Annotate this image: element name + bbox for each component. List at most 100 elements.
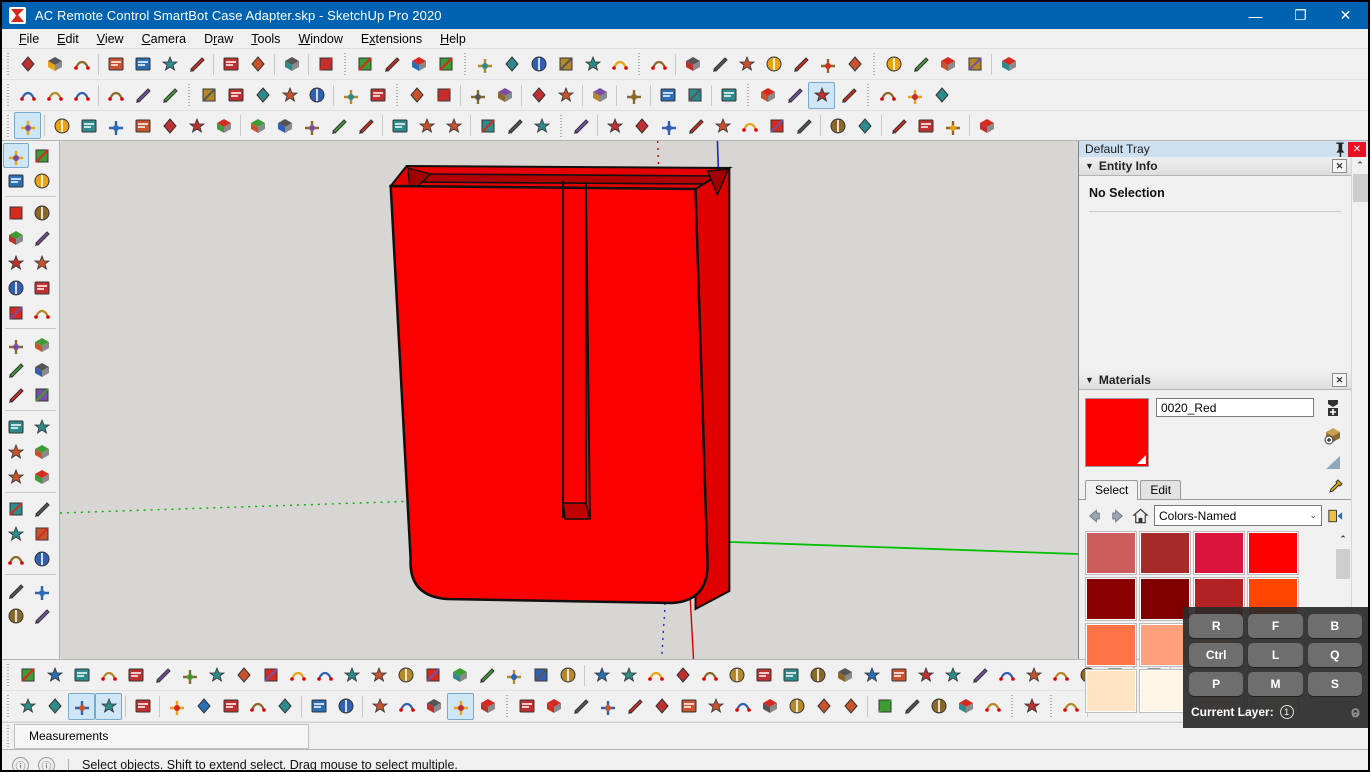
polygon-icon[interactable] [29, 250, 55, 275]
materials-header[interactable]: ▼ Materials ✕ [1079, 371, 1351, 390]
toolbar-grip[interactable] [5, 115, 12, 137]
toolbar-grip[interactable] [504, 695, 511, 717]
stack-blue-icon[interactable] [244, 693, 271, 720]
zoom-window-icon[interactable] [29, 521, 55, 546]
pin-icon[interactable] [1332, 141, 1348, 157]
dots-red-icon[interactable] [365, 662, 392, 689]
curve-refresh-pink-icon[interactable] [276, 82, 303, 109]
house-roof-icon[interactable] [552, 51, 579, 78]
paint-model-icon[interactable] [1323, 425, 1343, 445]
vector-line3-icon[interactable] [939, 112, 966, 139]
toolbar-grip[interactable] [462, 53, 469, 75]
save-icon[interactable] [68, 51, 95, 78]
table-red-icon[interactable] [230, 662, 257, 689]
joint-green-icon[interactable] [419, 662, 446, 689]
component-options-icon[interactable] [432, 51, 459, 78]
arrow-right-icon[interactable] [1108, 506, 1127, 525]
close-button[interactable]: ✕ [1323, 2, 1368, 29]
scatter-red-icon[interactable] [1047, 662, 1074, 689]
material-swatch[interactable] [1085, 669, 1137, 713]
sheet-green-icon[interactable] [777, 662, 804, 689]
arc-purple-icon[interactable] [729, 693, 756, 720]
toolbar-grip[interactable] [5, 664, 12, 686]
pan-icon[interactable] [29, 496, 55, 521]
tab-select[interactable]: Select [1085, 480, 1138, 500]
scroll-thumb[interactable] [1336, 549, 1350, 579]
key-r[interactable]: R [1189, 614, 1243, 638]
vector-line2-icon[interactable] [912, 112, 939, 139]
copy-icon[interactable] [129, 51, 156, 78]
menu-item-tools[interactable]: Tools [242, 30, 289, 48]
pushpull-icon[interactable] [29, 332, 55, 357]
copy-rotate-icon[interactable] [804, 662, 831, 689]
cube-white-icon[interactable] [393, 693, 420, 720]
menu-item-camera[interactable]: Camera [133, 30, 195, 48]
leaf-red-icon[interactable] [979, 693, 1006, 720]
material-swatch[interactable] [1085, 623, 1137, 667]
pencil-dropdown-icon[interactable] [102, 112, 129, 139]
toolbar-grip[interactable] [5, 725, 12, 747]
toolbar-grip[interactable] [871, 53, 878, 75]
offset-icon[interactable] [29, 382, 55, 407]
diamond-red-icon[interactable] [122, 662, 149, 689]
extrude-wood-icon[interactable] [645, 51, 672, 78]
tape-measure-icon[interactable] [3, 414, 29, 439]
case-adapter-model[interactable] [391, 166, 730, 609]
menu-item-view[interactable]: View [88, 30, 133, 48]
stack-blue2-icon[interactable] [271, 693, 298, 720]
guide-color-icon[interactable] [835, 82, 862, 109]
hook-blue2-icon[interactable] [783, 693, 810, 720]
arc-grey-icon[interactable] [810, 693, 837, 720]
details-icon[interactable] [1326, 506, 1345, 525]
toolbar-grip[interactable] [5, 695, 12, 717]
vector-line-red-icon[interactable] [885, 112, 912, 139]
followme-icon[interactable] [29, 357, 55, 382]
curve-grey-icon[interactable] [567, 693, 594, 720]
rotate-red-icon[interactable] [681, 82, 708, 109]
stone-icon[interactable] [874, 82, 901, 109]
toolbar-grip[interactable] [745, 84, 752, 106]
arrow-left-icon[interactable] [1085, 506, 1104, 525]
open-folder-icon[interactable] [41, 51, 68, 78]
rotate-icon[interactable] [325, 112, 352, 139]
measure-diagonal-icon[interactable] [586, 82, 613, 109]
frame-icon[interactable] [939, 662, 966, 689]
minimize-button[interactable]: — [1233, 2, 1278, 29]
curve-green-arrow-icon[interactable] [303, 82, 330, 109]
droplet-teal-icon[interactable] [473, 662, 500, 689]
diamond-blue-icon[interactable] [41, 662, 68, 689]
orbit-icon[interactable] [474, 112, 501, 139]
key-m[interactable]: M [1248, 672, 1302, 696]
play-orange-icon[interactable] [907, 51, 934, 78]
arc-icon[interactable] [129, 112, 156, 139]
pie-icon[interactable] [763, 112, 790, 139]
arc-green-icon[interactable] [648, 693, 675, 720]
freehand-icon[interactable] [29, 200, 55, 225]
look-around-icon[interactable] [29, 578, 55, 603]
section-plane-icon[interactable] [29, 603, 55, 628]
current-material-swatch[interactable] [1085, 398, 1149, 467]
move-icon[interactable] [298, 112, 325, 139]
square-red-white-icon[interactable] [203, 662, 230, 689]
toolbar-grip[interactable] [865, 84, 872, 106]
create-material-icon[interactable] [1323, 398, 1343, 418]
protractor-icon[interactable] [440, 112, 467, 139]
material-swatch[interactable] [1085, 577, 1137, 621]
cross-blue-icon[interactable] [446, 662, 473, 689]
select-arrow-icon[interactable] [3, 143, 29, 168]
rotate-icon[interactable] [3, 357, 29, 382]
joint-red-icon[interactable] [392, 662, 419, 689]
key-ctrl[interactable]: Ctrl [1189, 643, 1243, 667]
flag-icon[interactable] [257, 662, 284, 689]
ellipse-red-icon[interactable] [952, 693, 979, 720]
menu-item-edit[interactable]: Edit [48, 30, 88, 48]
grid-orange2-icon[interactable] [993, 662, 1020, 689]
cube-shaded-icon[interactable] [305, 693, 332, 720]
info-circle-icon[interactable]: ⓘ [38, 757, 55, 772]
home-icon[interactable] [525, 51, 552, 78]
menu-item-window[interactable]: Window [289, 30, 351, 48]
sandbox-red-icon[interactable] [14, 82, 41, 109]
material-swatch[interactable] [1193, 531, 1245, 575]
arc-tangent-icon[interactable] [29, 300, 55, 325]
rect-icon[interactable] [601, 112, 628, 139]
